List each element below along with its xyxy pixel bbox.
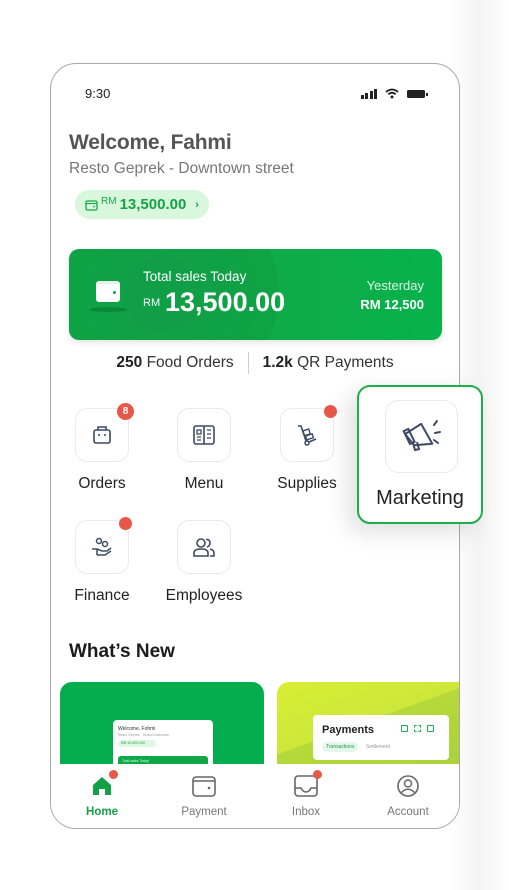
qr-payments-label: QR Payments (297, 354, 394, 371)
total-sales-card[interactable]: Total sales Today RM 13,500.00 Yesterday… (69, 249, 442, 340)
nav-payment[interactable]: Payment (153, 764, 255, 828)
sales-amount: 13,500.00 (165, 287, 286, 317)
finance-tile (75, 517, 132, 574)
battery-icon (407, 90, 428, 98)
nav-label: Payment (181, 806, 227, 818)
wallet-icon (192, 776, 216, 797)
home-dot (109, 770, 118, 779)
status-time: 9:30 (85, 86, 111, 101)
signal-icon (360, 89, 377, 99)
supplies-tile (280, 405, 337, 462)
stats-divider (247, 352, 249, 374)
status-icons (360, 88, 428, 99)
nav-account[interactable]: Account (357, 764, 459, 828)
promo-card-payments[interactable]: Payments Transactions Settlement (277, 682, 459, 772)
sales-label: Total sales Today (143, 269, 247, 284)
account-icon (397, 775, 419, 797)
sales-currency: RM (143, 297, 161, 309)
marketing-tile (385, 400, 458, 473)
employees-tile (177, 520, 231, 574)
balance-pill[interactable]: RM 13,500.00 › (75, 190, 209, 219)
status-bar: 9:30 (51, 64, 459, 124)
food-orders-count: 250 (116, 354, 143, 371)
wallet-icon (96, 281, 120, 302)
balance-currency: RM (101, 196, 117, 207)
qr-payments-count: 1.2k (262, 354, 293, 371)
marketing-label: Marketing (376, 487, 464, 509)
wifi-icon (385, 88, 399, 99)
food-orders-label: Food Orders (146, 354, 234, 371)
finance-hand-icon (92, 537, 112, 556)
menu-item-label: Supplies (277, 475, 337, 492)
inbox-dot (313, 770, 322, 779)
scan-icon (414, 725, 421, 732)
people-icon (193, 538, 215, 557)
yesterday-label: Yesterday (366, 278, 424, 293)
wallet-shadow (89, 307, 127, 312)
chevron-right-icon: › (195, 198, 199, 211)
menu-item-label: Employees (165, 587, 243, 604)
megaphone-icon (401, 419, 441, 451)
nav-label: Account (387, 806, 429, 818)
payments-title: Payments (322, 724, 374, 736)
mini-title: Welcome, Fohmi (118, 726, 156, 732)
bag-icon (93, 426, 111, 444)
menu-item-supplies[interactable]: Supplies (267, 405, 347, 493)
menu-item-label: Orders (78, 475, 126, 492)
mini-subtitle: Resto Geprek · Grand Indonesia (118, 733, 169, 737)
qr-icon (427, 725, 434, 732)
menu-item-menu[interactable]: Menu (164, 408, 244, 493)
bottom-nav: Home Payment Inbox Account (51, 764, 459, 828)
orders-badge: 8 (117, 403, 134, 420)
nav-home[interactable]: Home (51, 764, 153, 828)
menu-item-finance[interactable]: Finance (62, 517, 142, 605)
wallet-icon (85, 199, 98, 211)
finance-dot (119, 517, 132, 530)
mini-pill: RM 10.000.000 (118, 740, 156, 747)
tab-transactions: Transactions (322, 742, 359, 752)
store-name: Resto Geprek - Downtown street (69, 160, 294, 177)
tab-settlement: Settlement (366, 744, 390, 750)
menu-item-label: Menu (184, 475, 224, 492)
menu-item-marketing-highlight[interactable]: Marketing (357, 385, 483, 524)
balance-amount: 13,500.00 (119, 196, 187, 213)
whats-new-heading: What’s New (69, 641, 175, 662)
menu-item-employees[interactable]: Employees (164, 520, 244, 605)
stats-row: 250 Food Orders 1.2k QR Payments (51, 352, 459, 374)
promo-payments-preview: Payments Transactions Settlement (313, 715, 449, 760)
trolley-icon (298, 425, 317, 446)
nav-label: Inbox (291, 806, 321, 818)
nav-inbox[interactable]: Inbox (255, 764, 357, 828)
menu-book-icon (193, 425, 215, 445)
welcome-title: Welcome, Fahmi (69, 131, 232, 154)
food-orders-stat[interactable]: 250 Food Orders (116, 354, 233, 372)
stage: 9:30 Welcome, Fahmi Resto Geprek - Downt… (0, 0, 509, 890)
yesterday-value: RM 12,500 (360, 297, 424, 312)
supplies-dot (324, 405, 337, 418)
menu-item-label: Finance (74, 587, 130, 604)
menu-tile (177, 408, 231, 462)
nav-label: Home (86, 806, 118, 818)
qr-payments-stat[interactable]: 1.2k QR Payments (263, 354, 394, 372)
promo-card-dashboard[interactable]: Welcome, Fohmi Resto Geprek · Grand Indo… (60, 682, 264, 772)
orders-tile: 8 (75, 403, 134, 462)
menu-item-orders[interactable]: 8 Orders (62, 403, 142, 493)
receipt-icon (401, 725, 408, 732)
